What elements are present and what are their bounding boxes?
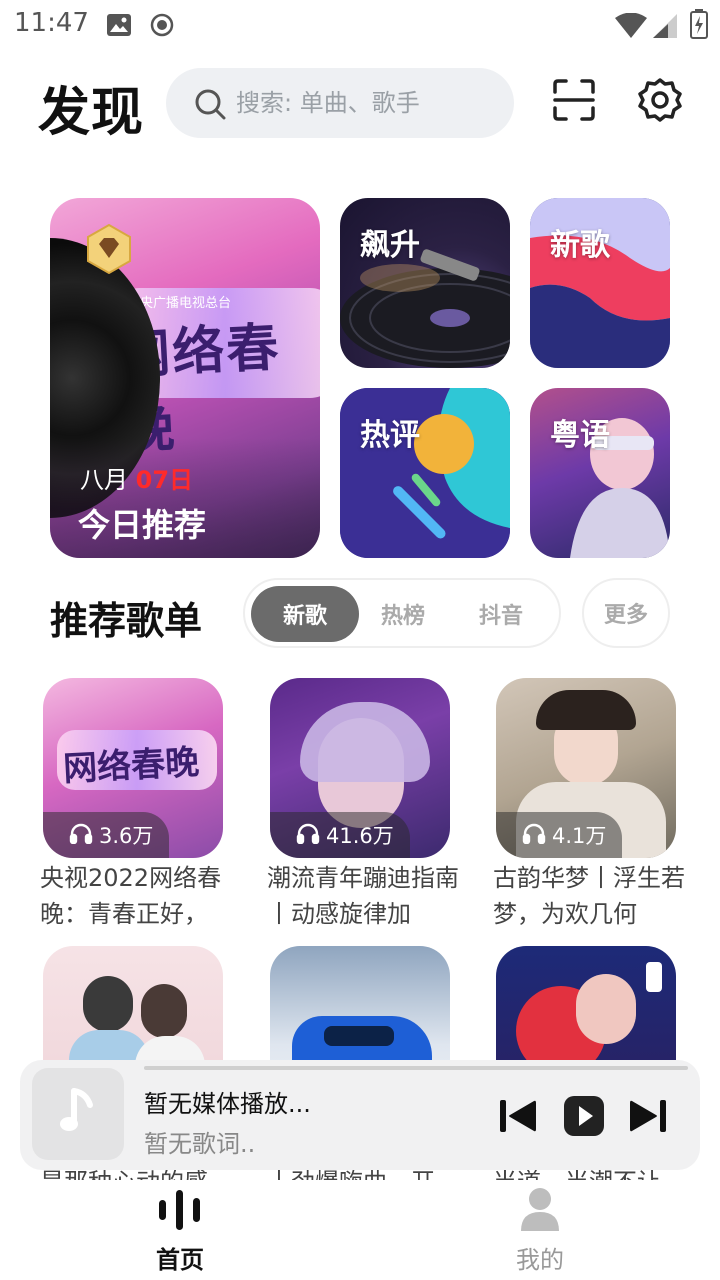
tile-cantonese[interactable]: 粤语 [530,388,670,558]
playback-progress-bar[interactable] [144,1066,688,1070]
play-count: 3.6万 [43,812,170,858]
player-track-title: 暂无媒体播放... [144,1090,311,1118]
play-count: 4.1万 [496,812,623,858]
search-icon [194,88,226,124]
banner-day: 07日 [135,466,194,494]
header: 发现 [0,66,720,143]
search-bar[interactable] [166,68,514,138]
section-title: 推荐歌单 [50,599,203,643]
wifi-icon [614,12,648,43]
status-bar: 11:47 [0,0,720,50]
playlist-title: 古韵华梦丨浮生若梦，为欢几何 [493,864,685,928]
music-note-icon [58,1087,98,1141]
nav-profile-label: 我的 [516,1246,564,1274]
tile-hot-comments[interactable]: 热评 [340,388,510,558]
tab-hot-chart[interactable]: 热榜 [349,586,457,642]
mini-player[interactable]: 暂无媒体播放... 暂无歌词.. [20,1060,700,1170]
playlist-cover: 41.6万 [270,678,450,858]
tab-douyin[interactable]: 抖音 [447,586,555,642]
daily-recommend-banner[interactable]: 央广播电视总台 网络春晚 八月 07日 今日推荐 [50,198,320,558]
play-count-value: 4.1万 [552,824,607,848]
play-count-value: 3.6万 [99,824,154,848]
diamond-badge-icon [86,223,132,275]
nav-home[interactable]: 首页 [110,1180,250,1280]
settings-button[interactable] [634,76,686,128]
tile-new-songs[interactable]: 新歌 [530,198,670,368]
cell-signal-icon [652,13,678,43]
battery-icon [690,9,708,43]
playlist-title: 潮流青年蹦迪指南丨动感旋律加 [267,864,459,928]
playlists-section-header: 推荐歌单 新歌 热榜 抖音 更多 [0,578,720,648]
user-icon [520,1186,560,1236]
playlist-tab-group: 新歌 热榜 抖音 [243,578,561,648]
play-button[interactable] [562,1096,606,1140]
play-count-value: 41.6万 [326,824,394,848]
nav-profile[interactable]: 我的 [470,1180,610,1280]
bottom-nav: 首页 我的 [0,1180,720,1280]
headphones-icon [522,822,546,849]
headphones-icon [69,822,93,849]
playlist-cover: 4.1万 [496,678,676,858]
gallery-notification-icon [106,13,132,41]
tile-soaring-chart[interactable]: 飙升 [340,198,510,368]
player-lyric: 暂无歌词.. [144,1130,256,1158]
tile-label: 飙升 [360,228,420,263]
sound-bars-icon [157,1188,203,1236]
previous-button[interactable] [496,1096,540,1140]
play-count: 41.6万 [270,812,410,858]
playlist-title: 央视2022网络春晚：青春正好， [40,864,222,928]
tile-label: 热评 [360,418,420,453]
tile-label: 新歌 [550,228,610,263]
gear-icon [637,77,683,127]
scan-button[interactable] [548,76,600,128]
play-icon [563,1095,605,1141]
banner-date: 八月 07日 [80,460,193,495]
banner-month: 八月 [80,466,128,494]
next-button[interactable] [626,1096,670,1140]
skip-previous-icon [498,1098,538,1138]
cover-art-text: 网络春晚 [62,742,201,790]
headphones-icon [296,822,320,849]
tab-new-songs[interactable]: 新歌 [251,586,359,642]
page-title: 发现 [38,83,145,143]
search-input[interactable] [236,68,496,138]
record-notification-icon [150,13,174,41]
playlist-cover: 网络春晚 3.6万 [43,678,223,858]
nav-home-label: 首页 [156,1246,204,1274]
banner-label: 今日推荐 [78,506,207,544]
more-button[interactable]: 更多 [582,578,670,648]
skip-next-icon [628,1098,668,1138]
tile-label: 粤语 [550,418,610,453]
scan-icon [552,78,596,126]
player-artwork[interactable] [32,1068,124,1160]
status-time: 11:47 [14,8,89,38]
